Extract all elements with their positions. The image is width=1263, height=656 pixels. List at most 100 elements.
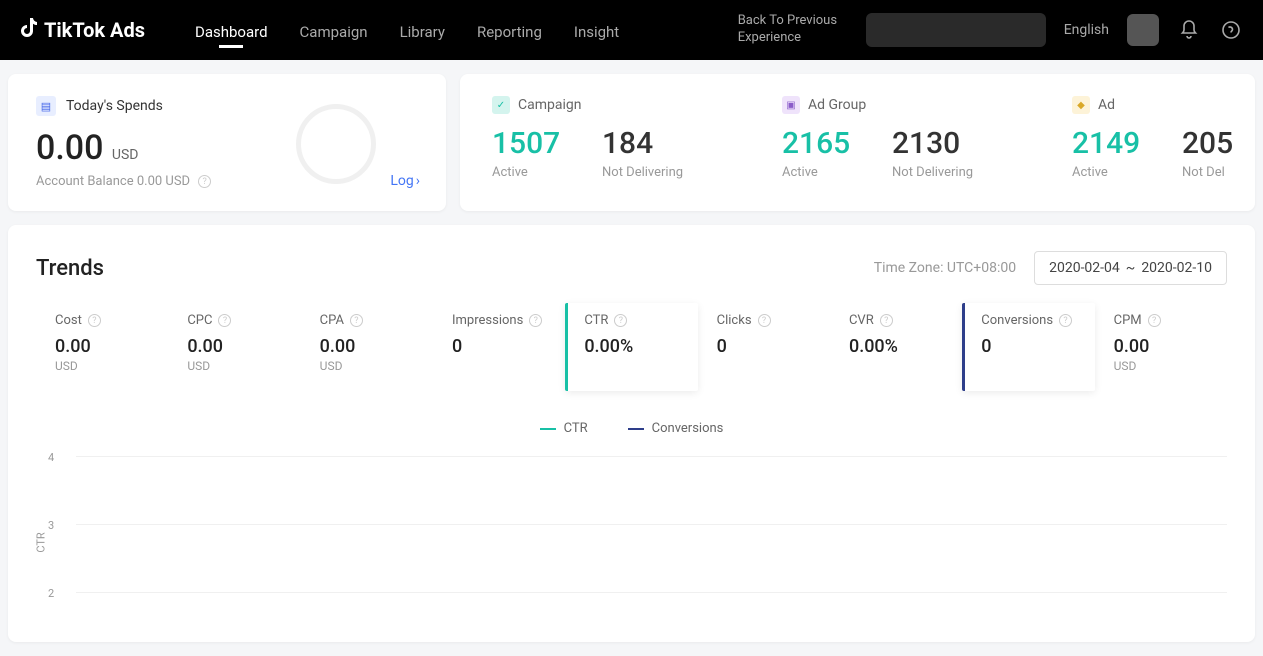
metric-cpm[interactable]: CPM? 0.00 USD	[1095, 303, 1227, 391]
adgroup-stats: 2165 Active 2130 Not Delivering	[782, 126, 1072, 180]
metric-help-icon[interactable]: ?	[218, 314, 231, 327]
ad-label: Ad	[1098, 97, 1115, 113]
stat-label: Active	[782, 165, 862, 180]
campaign-notdelivering-stat[interactable]: 184 Not Delivering	[602, 126, 683, 180]
spend-amount-value: 0.00	[36, 128, 103, 168]
campaign-stats: 1507 Active 184 Not Delivering	[492, 126, 782, 180]
grid-line	[76, 592, 1227, 593]
overview-ad-section: ◆ Ad 2149 Active 205 Not Del	[1072, 96, 1255, 189]
metric-cvr[interactable]: CVR? 0.00%	[830, 303, 962, 391]
back-to-previous-link[interactable]: Back To Previous Experience	[738, 13, 848, 47]
metric-cpa[interactable]: CPA? 0.00 USD	[301, 303, 433, 391]
log-link[interactable]: Log ›	[390, 173, 420, 189]
trends-controls: Time Zone: UTC+08:00 2020-02-04 ~ 2020-0…	[874, 251, 1227, 285]
date-from: 2020-02-04	[1049, 260, 1120, 276]
balance-help-icon[interactable]: ?	[198, 175, 211, 188]
account-selector[interactable]	[866, 13, 1046, 47]
overview-level-header: ▣ Ad Group	[782, 96, 1072, 114]
campaign-active-stat[interactable]: 1507 Active	[492, 126, 572, 180]
stat-label: Not Del	[1182, 165, 1255, 180]
ad-active-stat[interactable]: 2149 Active	[1072, 126, 1152, 180]
nav-campaign[interactable]: Campaign	[300, 3, 368, 58]
metric-impressions[interactable]: Impressions? 0	[433, 303, 565, 391]
campaign-label: Campaign	[518, 97, 581, 113]
ad-level-icon: ◆	[1072, 96, 1090, 114]
trends-header: Trends Time Zone: UTC+08:00 2020-02-04 ~…	[36, 251, 1227, 285]
spend-donut-chart	[296, 104, 376, 184]
account-balance: Account Balance 0.00 USD ?	[36, 174, 418, 189]
y-tick: 2	[48, 587, 54, 600]
adgroup-active-stat[interactable]: 2165 Active	[782, 126, 862, 180]
top-nav-bar: TikTok Ads Dashboard Campaign Library Re…	[0, 0, 1263, 60]
spend-title: Today's Spends	[66, 98, 163, 114]
trends-title: Trends	[36, 256, 104, 281]
ad-notdel-stat[interactable]: 205 Not Del	[1182, 126, 1255, 180]
metric-cost[interactable]: Cost? 0.00 USD	[36, 303, 168, 391]
log-text: Log	[390, 173, 413, 189]
stat-label: Not Delivering	[602, 165, 683, 180]
legend-swatch	[628, 428, 644, 430]
adgroup-notdelivering-stat[interactable]: 2130 Not Delivering	[892, 126, 973, 180]
notifications-icon[interactable]	[1177, 18, 1201, 42]
brand-logo: TikTok Ads	[20, 18, 145, 43]
trends-chart: CTR 4 3 2	[36, 456, 1227, 616]
overview-level-header: ✓ Campaign	[492, 96, 782, 114]
overview-adgroup-section: ▣ Ad Group 2165 Active 2130 Not Deliveri…	[782, 96, 1072, 189]
spend-card: ▤ Today's Spends 0.00 USD Account Balanc…	[8, 74, 446, 211]
date-range-picker[interactable]: 2020-02-04 ~ 2020-02-10	[1034, 251, 1227, 285]
campaign-level-icon: ✓	[492, 96, 510, 114]
main-nav: Dashboard Campaign Library Reporting Ins…	[195, 3, 738, 58]
metric-help-icon[interactable]: ?	[880, 314, 893, 327]
stat-number: 184	[602, 126, 683, 161]
grid-line	[76, 456, 1227, 457]
dashboard-content: ▤ Today's Spends 0.00 USD Account Balanc…	[0, 60, 1263, 656]
trends-card: Trends Time Zone: UTC+08:00 2020-02-04 ~…	[8, 225, 1255, 642]
nav-dashboard[interactable]: Dashboard	[195, 3, 268, 58]
chart-legend: CTR Conversions	[36, 421, 1227, 436]
metric-help-icon[interactable]: ?	[758, 314, 771, 327]
date-separator: ~	[1126, 260, 1136, 276]
metric-help-icon[interactable]: ?	[1148, 314, 1161, 327]
stat-number: 2130	[892, 126, 973, 161]
timezone-label: Time Zone: UTC+08:00	[874, 260, 1016, 276]
metric-cpc[interactable]: CPC? 0.00 USD	[168, 303, 300, 391]
metric-help-icon[interactable]: ?	[88, 314, 101, 327]
stat-number: 205	[1182, 126, 1255, 161]
logo-text: TikTok Ads	[44, 18, 145, 42]
stat-number: 2165	[782, 126, 862, 161]
y-tick: 3	[48, 519, 54, 532]
stat-label: Active	[1072, 165, 1152, 180]
metric-clicks[interactable]: Clicks? 0	[698, 303, 830, 391]
metric-help-icon[interactable]: ?	[1059, 314, 1072, 327]
spend-currency: USD	[112, 147, 139, 163]
tiktok-note-icon	[20, 18, 38, 43]
nav-library[interactable]: Library	[400, 3, 445, 58]
metric-help-icon[interactable]: ?	[350, 314, 363, 327]
help-icon[interactable]	[1219, 18, 1243, 42]
ad-stats: 2149 Active 205 Not Del	[1072, 126, 1255, 180]
nav-insight[interactable]: Insight	[574, 3, 619, 58]
metrics-row: Cost? 0.00 USD CPC? 0.00 USD CPA? 0.00 U…	[36, 303, 1227, 391]
stat-label: Not Delivering	[892, 165, 973, 180]
stat-label: Active	[492, 165, 572, 180]
metric-conversions[interactable]: Conversions? 0	[962, 303, 1094, 391]
grid-line	[76, 524, 1227, 525]
metric-help-icon[interactable]: ?	[529, 314, 542, 327]
overview-campaign-section: ✓ Campaign 1507 Active 184 Not Deliverin…	[492, 96, 782, 189]
nav-reporting[interactable]: Reporting	[477, 3, 542, 58]
balance-text: Account Balance 0.00 USD	[36, 174, 190, 189]
avatar[interactable]	[1127, 14, 1159, 46]
stat-number: 2149	[1072, 126, 1152, 161]
chevron-right-icon: ›	[416, 173, 420, 189]
date-to: 2020-02-10	[1141, 260, 1212, 276]
legend-ctr[interactable]: CTR	[540, 421, 588, 436]
language-selector[interactable]: English	[1064, 22, 1109, 38]
metric-ctr[interactable]: CTR? 0.00%	[565, 303, 697, 391]
legend-conversions[interactable]: Conversions	[628, 421, 724, 436]
y-axis-label: CTR	[35, 532, 48, 552]
metric-help-icon[interactable]: ?	[614, 314, 627, 327]
summary-cards-row: ▤ Today's Spends 0.00 USD Account Balanc…	[8, 74, 1255, 211]
overview-level-header: ◆ Ad	[1072, 96, 1255, 114]
adgroup-label: Ad Group	[808, 97, 866, 113]
legend-swatch	[540, 428, 556, 430]
